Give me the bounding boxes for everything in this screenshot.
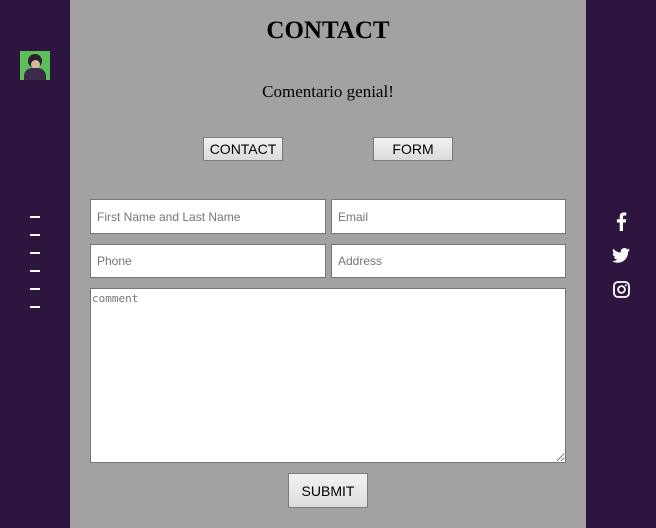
avatar[interactable]: [20, 51, 50, 80]
avatar-body: [24, 68, 46, 80]
email-field[interactable]: [331, 199, 566, 234]
contact-button[interactable]: CONTACT: [203, 137, 283, 161]
name-field[interactable]: [90, 199, 326, 234]
submit-button[interactable]: SUBMIT: [288, 473, 368, 508]
page-subtitle: Comentario genial!: [262, 82, 394, 101]
instagram-icon[interactable]: [611, 279, 631, 299]
left-sidebar: [0, 0, 70, 528]
hamburger-menu-icon[interactable]: [30, 216, 40, 324]
main-content: CONTACT Comentario genial! CONTACT FORM …: [70, 0, 586, 528]
twitter-icon[interactable]: [611, 245, 631, 265]
form-button[interactable]: FORM: [373, 137, 453, 161]
page-title: CONTACT: [266, 17, 390, 44]
menu-line: [30, 288, 40, 290]
address-field[interactable]: [331, 244, 566, 278]
facebook-icon[interactable]: [611, 211, 631, 231]
menu-line: [30, 252, 40, 254]
comment-field[interactable]: [90, 288, 566, 463]
menu-line: [30, 234, 40, 236]
phone-field[interactable]: [90, 244, 326, 278]
menu-line: [30, 306, 40, 308]
menu-line: [30, 270, 40, 272]
menu-line: [30, 216, 40, 218]
